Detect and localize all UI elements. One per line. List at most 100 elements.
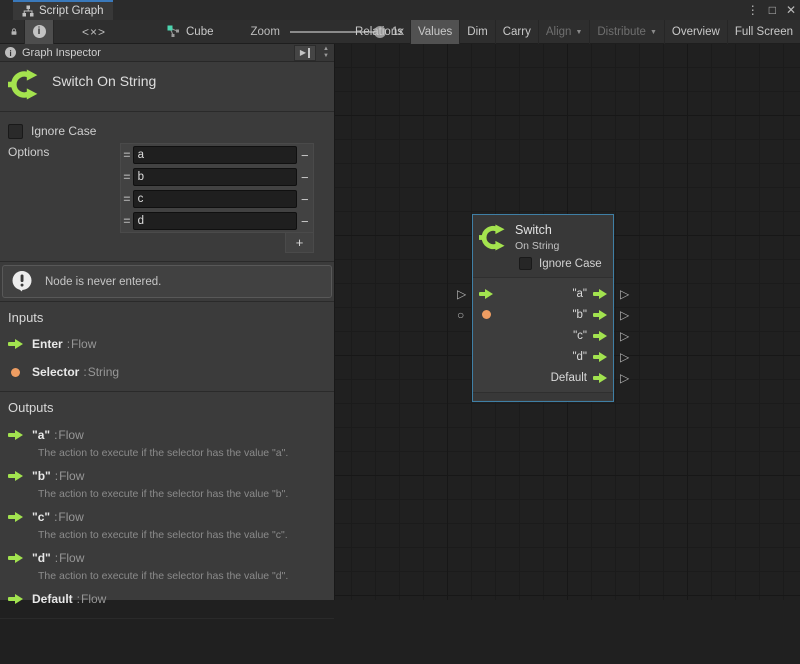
dock-inspector-button[interactable]: ▶ xyxy=(294,45,316,61)
toolbar-right-group: Relations Values Dim Carry Align ▼ Distr… xyxy=(348,20,800,44)
drag-handle-icon[interactable]: = xyxy=(121,192,133,206)
input-type: String xyxy=(88,365,119,379)
type-separator: : xyxy=(55,551,58,565)
output-port-icon[interactable] xyxy=(593,373,607,383)
output-row: Default:Flow xyxy=(8,590,326,608)
relations-button[interactable]: Relations xyxy=(348,20,410,44)
output-item: Default:Flow xyxy=(8,590,326,608)
ignore-case-checkbox[interactable] xyxy=(519,257,532,270)
type-separator: : xyxy=(55,469,58,483)
values-button[interactable]: Values xyxy=(410,20,459,44)
remove-option-button[interactable]: − xyxy=(297,170,313,185)
info-toggle-button[interactable]: i xyxy=(24,20,54,44)
output-port-icon[interactable] xyxy=(593,331,607,341)
drag-handle-icon[interactable]: = xyxy=(121,170,133,184)
output-port-icon[interactable] xyxy=(593,310,607,320)
code-view-button[interactable]: <×> xyxy=(66,20,122,44)
switch-icon xyxy=(8,69,39,100)
options-row: Options = − = − = xyxy=(0,143,334,253)
window-controls: ⋮ □ ✕ xyxy=(747,0,796,20)
overview-button[interactable]: Overview xyxy=(664,20,727,44)
switch-on-string-node[interactable]: Switch On String Ignore Case "a" "b" xyxy=(472,214,614,402)
empty-flow-port-icon[interactable]: ▷ xyxy=(620,330,629,342)
maximize-icon[interactable]: □ xyxy=(769,0,776,20)
chevron-down-icon: ▼ xyxy=(575,29,582,36)
drag-handle-icon[interactable]: = xyxy=(121,148,133,162)
output-description: The action to execute if the selector ha… xyxy=(38,488,326,500)
add-option-button[interactable]: + xyxy=(285,233,314,253)
option-value-input[interactable] xyxy=(133,212,297,230)
output-port-icon[interactable] xyxy=(593,289,607,299)
empty-flow-port-icon[interactable]: ▷ xyxy=(457,288,466,300)
selector-port-icon[interactable] xyxy=(482,310,491,319)
remove-option-button[interactable]: − xyxy=(297,148,313,163)
zoom-label: Zoom xyxy=(251,26,280,38)
dim-button[interactable]: Dim xyxy=(459,20,494,44)
add-option-row: + xyxy=(120,233,314,253)
scroll-up-icon[interactable]: ▲ xyxy=(323,46,329,53)
inputs-section: Inputs Enter:Flow Selector:String xyxy=(0,302,334,391)
empty-flow-port-icon[interactable]: ▷ xyxy=(620,288,629,300)
output-port-label: "d" xyxy=(572,351,587,363)
string-port-icon xyxy=(11,368,20,377)
ignore-case-label: Ignore Case xyxy=(539,258,602,270)
lock-button[interactable] xyxy=(4,20,24,44)
output-type: Flow xyxy=(58,428,83,442)
input-item: Selector:String xyxy=(8,363,326,381)
lock-icon xyxy=(11,25,17,38)
node-body: "a" "b" "c" "d" xyxy=(473,278,613,392)
node-header[interactable]: Switch On String Ignore Case xyxy=(473,215,613,278)
full-screen-button[interactable]: Full Screen xyxy=(727,20,800,44)
graph-inspector-panel: i Graph Inspector ▶ ▲ ▼ Switch On String… xyxy=(0,44,335,600)
input-item: Enter:Flow xyxy=(8,335,326,353)
output-description: The action to execute if the selector ha… xyxy=(38,570,326,582)
warning-section: Node is never entered. xyxy=(0,262,334,301)
type-separator: : xyxy=(77,592,80,606)
port-row: "b" xyxy=(473,304,613,325)
menu-icon[interactable]: ⋮ xyxy=(747,0,759,20)
output-item: "a":Flow The action to execute if the se… xyxy=(8,426,326,459)
ignore-case-checkbox[interactable] xyxy=(8,124,23,139)
graph-target-button[interactable]: Cube xyxy=(160,20,221,44)
empty-flow-port-icon[interactable]: ▷ xyxy=(620,351,629,363)
flow-port-icon xyxy=(8,430,23,441)
option-value-input[interactable] xyxy=(133,168,297,186)
option-value-input[interactable] xyxy=(133,146,297,164)
output-item: "c":Flow The action to execute if the se… xyxy=(8,508,326,541)
info-icon: i xyxy=(5,47,16,58)
options-section: Ignore Case Options = − = − xyxy=(0,112,334,261)
close-icon[interactable]: ✕ xyxy=(786,0,796,20)
output-item: "b":Flow The action to execute if the se… xyxy=(8,467,326,500)
scroll-down-icon[interactable]: ▼ xyxy=(323,53,329,60)
tab-script-graph[interactable]: Script Graph xyxy=(13,0,113,20)
output-row: "d":Flow xyxy=(8,549,326,567)
remove-option-button[interactable]: − xyxy=(297,214,313,229)
empty-value-port-icon[interactable]: ○ xyxy=(457,309,464,321)
output-name: "c" xyxy=(32,510,50,524)
input-name: Enter xyxy=(32,337,63,351)
empty-flow-port-icon[interactable]: ▷ xyxy=(620,372,629,384)
inspector-header: i Graph Inspector ▶ ▲ ▼ xyxy=(0,44,334,62)
output-port-icon[interactable] xyxy=(593,352,607,362)
node-footer xyxy=(473,392,613,400)
carry-button[interactable]: Carry xyxy=(495,20,538,44)
graph-canvas[interactable]: Switch On String Ignore Case "a" "b" xyxy=(335,44,800,600)
graph-icon xyxy=(22,5,34,17)
node-title: Switch xyxy=(515,223,552,237)
option-item: = − xyxy=(121,166,313,188)
output-item: "d":Flow The action to execute if the se… xyxy=(8,549,326,582)
type-separator: : xyxy=(83,365,86,379)
output-type: Flow xyxy=(58,510,83,524)
graph-target-label: Cube xyxy=(186,26,214,38)
remove-option-button[interactable]: − xyxy=(297,192,313,207)
empty-flow-port-icon[interactable]: ▷ xyxy=(620,309,629,321)
drag-handle-icon[interactable]: = xyxy=(121,214,133,228)
align-button[interactable]: Align ▼ xyxy=(538,20,590,44)
flow-port-icon xyxy=(8,553,23,564)
enter-port-icon[interactable] xyxy=(479,289,493,299)
option-value-input[interactable] xyxy=(133,190,297,208)
outputs-title: Outputs xyxy=(8,400,326,415)
distribute-button[interactable]: Distribute ▼ xyxy=(589,20,664,44)
output-name: "a" xyxy=(32,428,50,442)
flow-port-icon xyxy=(8,471,23,482)
